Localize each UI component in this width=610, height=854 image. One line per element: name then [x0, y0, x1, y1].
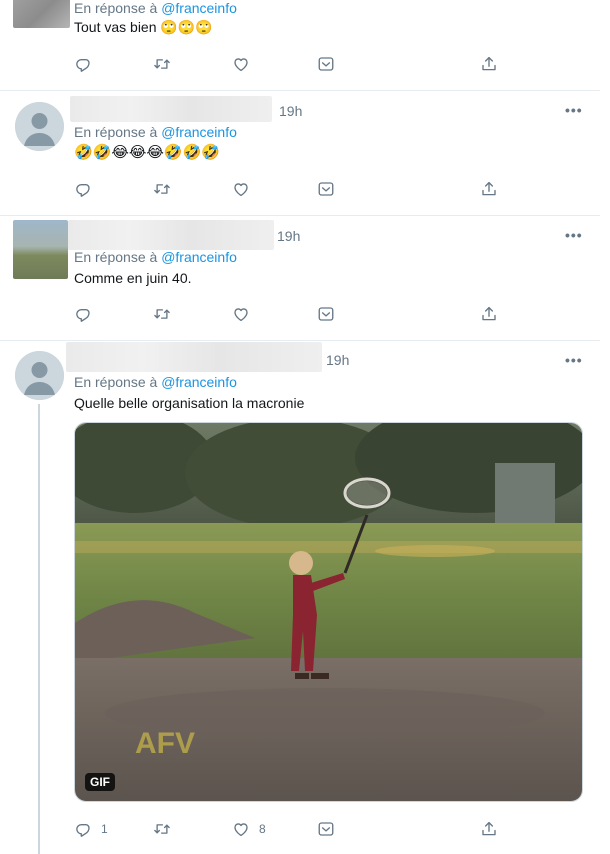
tweet[interactable]: En réponse à @franceinfo Tout vas bien 🙄…	[0, 0, 600, 91]
save-icon	[317, 305, 335, 323]
save-button[interactable]	[317, 304, 335, 324]
reply-prefix: En réponse à	[74, 124, 158, 140]
default-avatar-icon	[15, 351, 64, 400]
reply-icon	[74, 820, 92, 838]
share-button[interactable]	[480, 819, 498, 839]
tweet-text: Tout vas bien 🙄🙄🙄	[74, 19, 213, 35]
like-button[interactable]	[232, 304, 250, 324]
share-icon	[480, 55, 498, 73]
gif-frame: AFV	[75, 423, 582, 801]
tweet-text: Comme en juin 40.	[74, 270, 192, 286]
reply-prefix: En réponse à	[74, 0, 158, 16]
share-button[interactable]	[480, 179, 498, 199]
reply-prefix: En réponse à	[74, 249, 158, 265]
save-button[interactable]	[317, 819, 335, 839]
like-icon	[232, 55, 250, 73]
reply-button[interactable]: 1	[74, 819, 108, 839]
avatar[interactable]	[15, 102, 64, 151]
more-icon[interactable]: •••	[565, 352, 583, 368]
like-icon	[232, 305, 250, 323]
avatar[interactable]	[13, 0, 70, 28]
retweet-button[interactable]	[153, 54, 171, 74]
save-icon	[317, 180, 335, 198]
like-button[interactable]	[232, 54, 250, 74]
reply-context: En réponse à @franceinfo	[74, 0, 237, 16]
default-avatar-icon	[15, 102, 64, 151]
share-button[interactable]	[480, 54, 498, 74]
save-icon	[317, 820, 335, 838]
author-name-blurred[interactable]	[66, 342, 322, 372]
share-icon	[480, 305, 498, 323]
tweet-timestamp[interactable]: 19h	[277, 228, 300, 244]
tweet-text: Quelle belle organisation la macronie	[74, 395, 305, 411]
tweet-actions	[74, 54, 514, 74]
reply-context: En réponse à @franceinfo	[74, 249, 237, 265]
like-icon	[232, 820, 250, 838]
tweet-timestamp[interactable]: 19h	[279, 103, 302, 119]
reply-icon	[74, 180, 92, 198]
avatar[interactable]	[13, 220, 68, 279]
tweet[interactable]: 19h ••• En réponse à @franceinfo 🤣🤣😂😂😂🤣🤣…	[0, 91, 600, 216]
tweet[interactable]: 19h ••• En réponse à @franceinfo Comme e…	[0, 216, 600, 341]
retweet-icon	[153, 180, 171, 198]
gif-media[interactable]: AFV GIF	[74, 422, 583, 802]
reply-prefix: En réponse à	[74, 374, 158, 390]
reply-icon	[74, 55, 92, 73]
tweet-actions: 1 8	[74, 819, 514, 839]
tweet-timestamp[interactable]: 19h	[326, 352, 349, 368]
save-button[interactable]	[317, 179, 335, 199]
author-name-blurred[interactable]	[68, 220, 274, 250]
share-button[interactable]	[480, 304, 498, 324]
retweet-button[interactable]	[153, 304, 171, 324]
reply-button[interactable]	[74, 179, 92, 199]
tweet-actions	[74, 304, 514, 324]
tweet-actions	[74, 179, 514, 199]
reply-button[interactable]	[74, 304, 92, 324]
share-icon	[480, 180, 498, 198]
retweet-icon	[153, 820, 171, 838]
save-button[interactable]	[317, 54, 335, 74]
like-button[interactable]: 8	[232, 819, 266, 839]
reply-context: En réponse à @franceinfo	[74, 374, 237, 390]
reply-count: 1	[101, 822, 108, 836]
reply-button[interactable]	[74, 54, 92, 74]
more-icon[interactable]: •••	[565, 227, 583, 243]
reply-handle-link[interactable]: @franceinfo	[161, 0, 237, 16]
save-icon	[317, 55, 335, 73]
reply-handle-link[interactable]: @franceinfo	[161, 124, 237, 140]
more-icon[interactable]: •••	[565, 102, 583, 118]
reply-handle-link[interactable]: @franceinfo	[161, 249, 237, 265]
retweet-icon	[153, 55, 171, 73]
reply-icon	[74, 305, 92, 323]
author-name-blurred[interactable]	[70, 96, 272, 122]
reply-handle-link[interactable]: @franceinfo	[161, 374, 237, 390]
reply-context: En réponse à @franceinfo	[74, 124, 237, 140]
thread-line	[38, 404, 40, 854]
retweet-button[interactable]	[153, 179, 171, 199]
like-count: 8	[259, 822, 266, 836]
gif-badge[interactable]: GIF	[85, 773, 115, 791]
share-icon	[480, 820, 498, 838]
like-button[interactable]	[232, 179, 250, 199]
like-icon	[232, 180, 250, 198]
gif-watermark: AFV	[135, 727, 195, 760]
tweet-text: 🤣🤣😂😂😂🤣🤣🤣	[74, 144, 220, 161]
avatar[interactable]	[15, 351, 64, 400]
retweet-icon	[153, 305, 171, 323]
retweet-button[interactable]	[153, 819, 171, 839]
